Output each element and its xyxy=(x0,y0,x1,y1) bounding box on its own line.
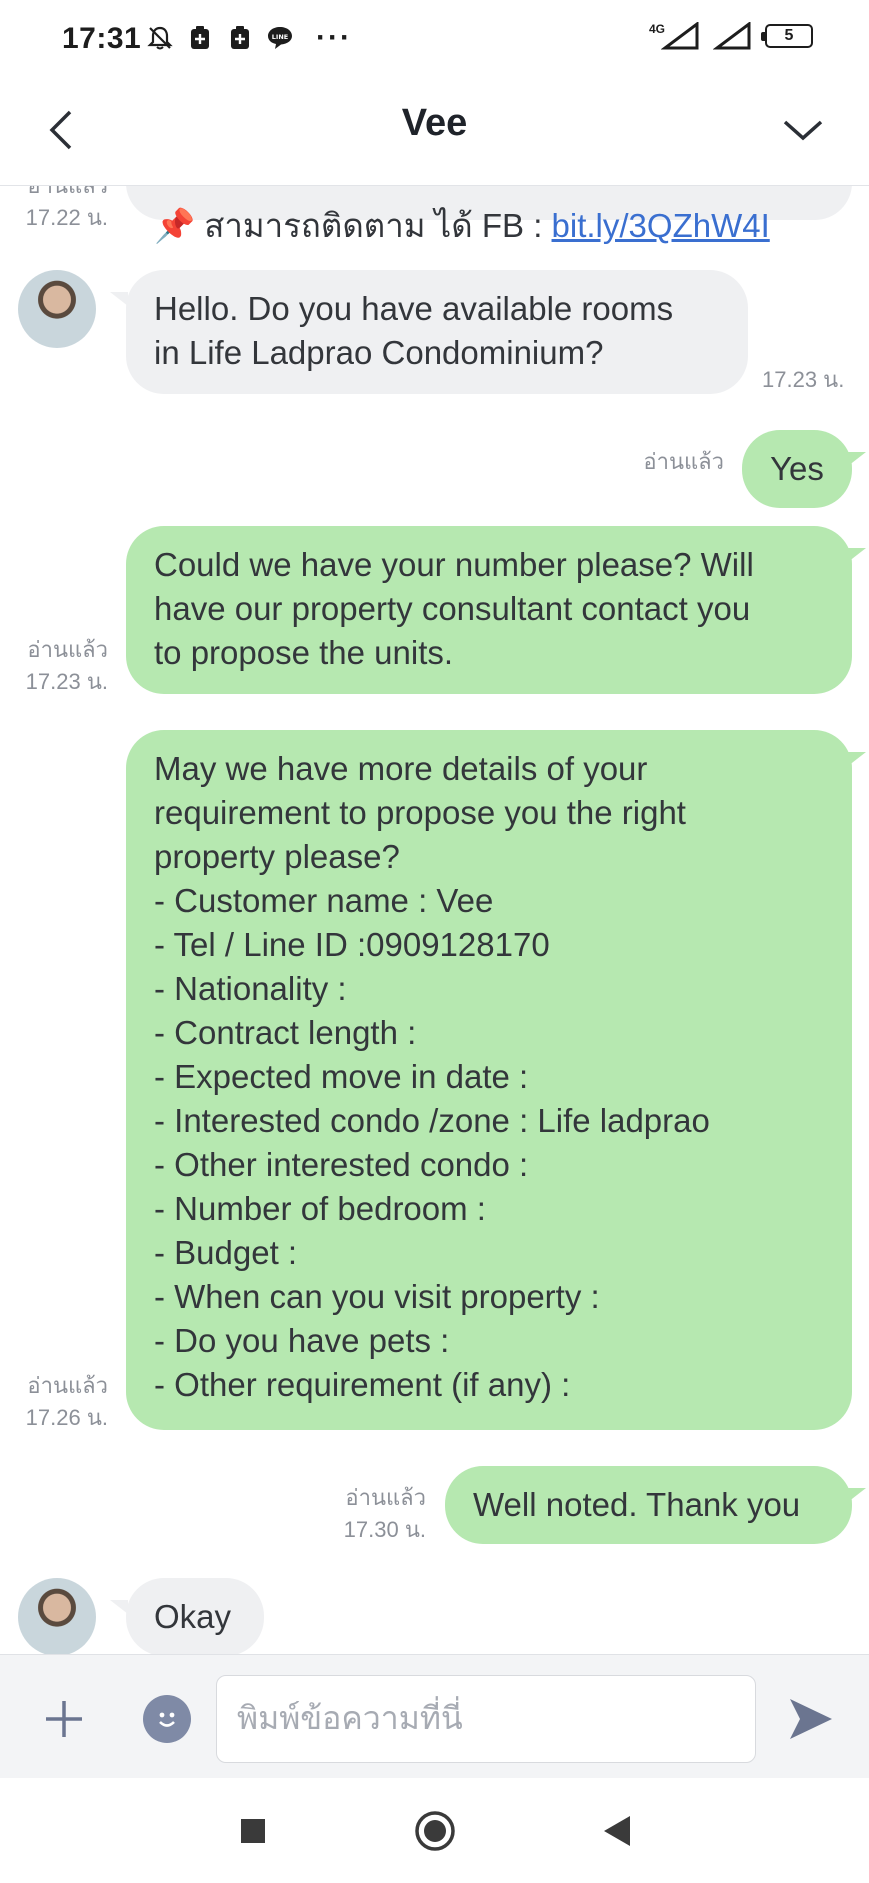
message-bubble-outgoing[interactable]: May we have more details of your require… xyxy=(126,730,852,1430)
message-time: 17.22 น. xyxy=(25,205,108,230)
header-menu-button[interactable] xyxy=(777,102,829,158)
status-time: 17:31 xyxy=(62,22,142,55)
message-input-bar: พิมพ์ข้อความที่นี่ xyxy=(0,1654,869,1778)
circle-icon xyxy=(415,1811,455,1851)
battery-plus-icon xyxy=(186,24,214,52)
mute-bell-icon xyxy=(146,24,174,52)
message-meta: อ่านแล้ว 17.22 น. xyxy=(0,186,108,234)
message-list[interactable]: อ่านแล้ว 17.22 น. 📌 สามารถติดตาม ได้ FB … xyxy=(0,186,869,1654)
message-link[interactable]: bit.ly/3QZhW4I xyxy=(552,207,770,244)
message-time: 17.23 น. xyxy=(762,367,845,392)
message-text: 📌 สามารถติดตาม ได้ FB : xyxy=(154,207,552,244)
message-time: 17.30 น. xyxy=(343,1517,426,1542)
status-system-icons: 4G 5 xyxy=(649,21,813,50)
avatar[interactable] xyxy=(18,1578,96,1654)
system-navigation-bar xyxy=(0,1778,869,1883)
bubble-tail xyxy=(848,1488,866,1502)
signal-icon xyxy=(712,21,753,50)
square-icon xyxy=(241,1819,265,1843)
battery-plus-icon xyxy=(226,24,254,52)
message-bubble-outgoing[interactable]: Well noted. Thank you xyxy=(445,1466,852,1544)
back-nav-button[interactable] xyxy=(592,1806,642,1856)
status-bar: 17:31 LINE ··· 4G 5 xyxy=(0,0,869,78)
more-notifications-icon: ··· xyxy=(316,21,352,54)
emoji-icon xyxy=(159,1712,175,1727)
message-bubble-outgoing[interactable]: Yes xyxy=(742,430,852,508)
read-receipt: อ่านแล้ว xyxy=(0,186,108,202)
triangle-back-icon xyxy=(604,1816,630,1846)
signal-icon: 4G xyxy=(649,21,701,50)
message-meta: อ่านแล้ว 17.30 น. xyxy=(280,1482,426,1546)
message-meta: อ่านแล้ว 17.23 น. xyxy=(0,634,108,698)
send-icon xyxy=(790,1699,832,1739)
chevron-down-icon xyxy=(783,120,823,141)
chat-title[interactable]: Vee xyxy=(0,102,869,145)
read-receipt: อ่านแล้ว xyxy=(27,1373,108,1398)
network-type: 4G xyxy=(649,22,666,36)
emoji-button[interactable] xyxy=(143,1695,191,1743)
message-bubble-outgoing[interactable]: Could we have your number please? Will h… xyxy=(126,526,852,694)
message-bubble-outgoing[interactable]: 📌 สามารถติดตาม ได้ FB : bit.ly/3QZhW4I xyxy=(126,186,852,244)
read-receipt: อ่านแล้ว xyxy=(643,449,724,474)
message-bubble-incoming[interactable]: Hello. Do you have available rooms in Li… xyxy=(126,270,748,394)
status-notification-icons: LINE ··· xyxy=(146,21,352,54)
bubble-tail xyxy=(848,548,866,562)
battery-icon: 5 xyxy=(761,24,813,48)
add-attachment-button[interactable] xyxy=(36,1691,92,1747)
message-time: 17.26 น. xyxy=(25,1405,108,1430)
message-bubble-incoming[interactable]: Okay xyxy=(126,1578,264,1654)
read-receipt: อ่านแล้ว xyxy=(345,1485,426,1510)
chat-header: Vee xyxy=(0,78,869,186)
message-time: 17.23 น. xyxy=(25,669,108,694)
send-button[interactable] xyxy=(783,1691,839,1747)
message-input[interactable]: พิมพ์ข้อความที่นี่ xyxy=(216,1675,756,1763)
bubble-tail xyxy=(848,452,866,466)
avatar[interactable] xyxy=(18,270,96,348)
bubble-tail xyxy=(848,752,866,766)
home-button[interactable] xyxy=(410,1806,460,1856)
line-app-icon: LINE xyxy=(266,24,294,52)
svg-text:LINE: LINE xyxy=(272,33,288,41)
plus-icon xyxy=(46,1701,82,1737)
recent-apps-button[interactable] xyxy=(228,1806,278,1856)
read-receipt: อ่านแล้ว xyxy=(27,637,108,662)
message-meta: อ่านแล้ว 17.26 น. xyxy=(0,1370,108,1434)
